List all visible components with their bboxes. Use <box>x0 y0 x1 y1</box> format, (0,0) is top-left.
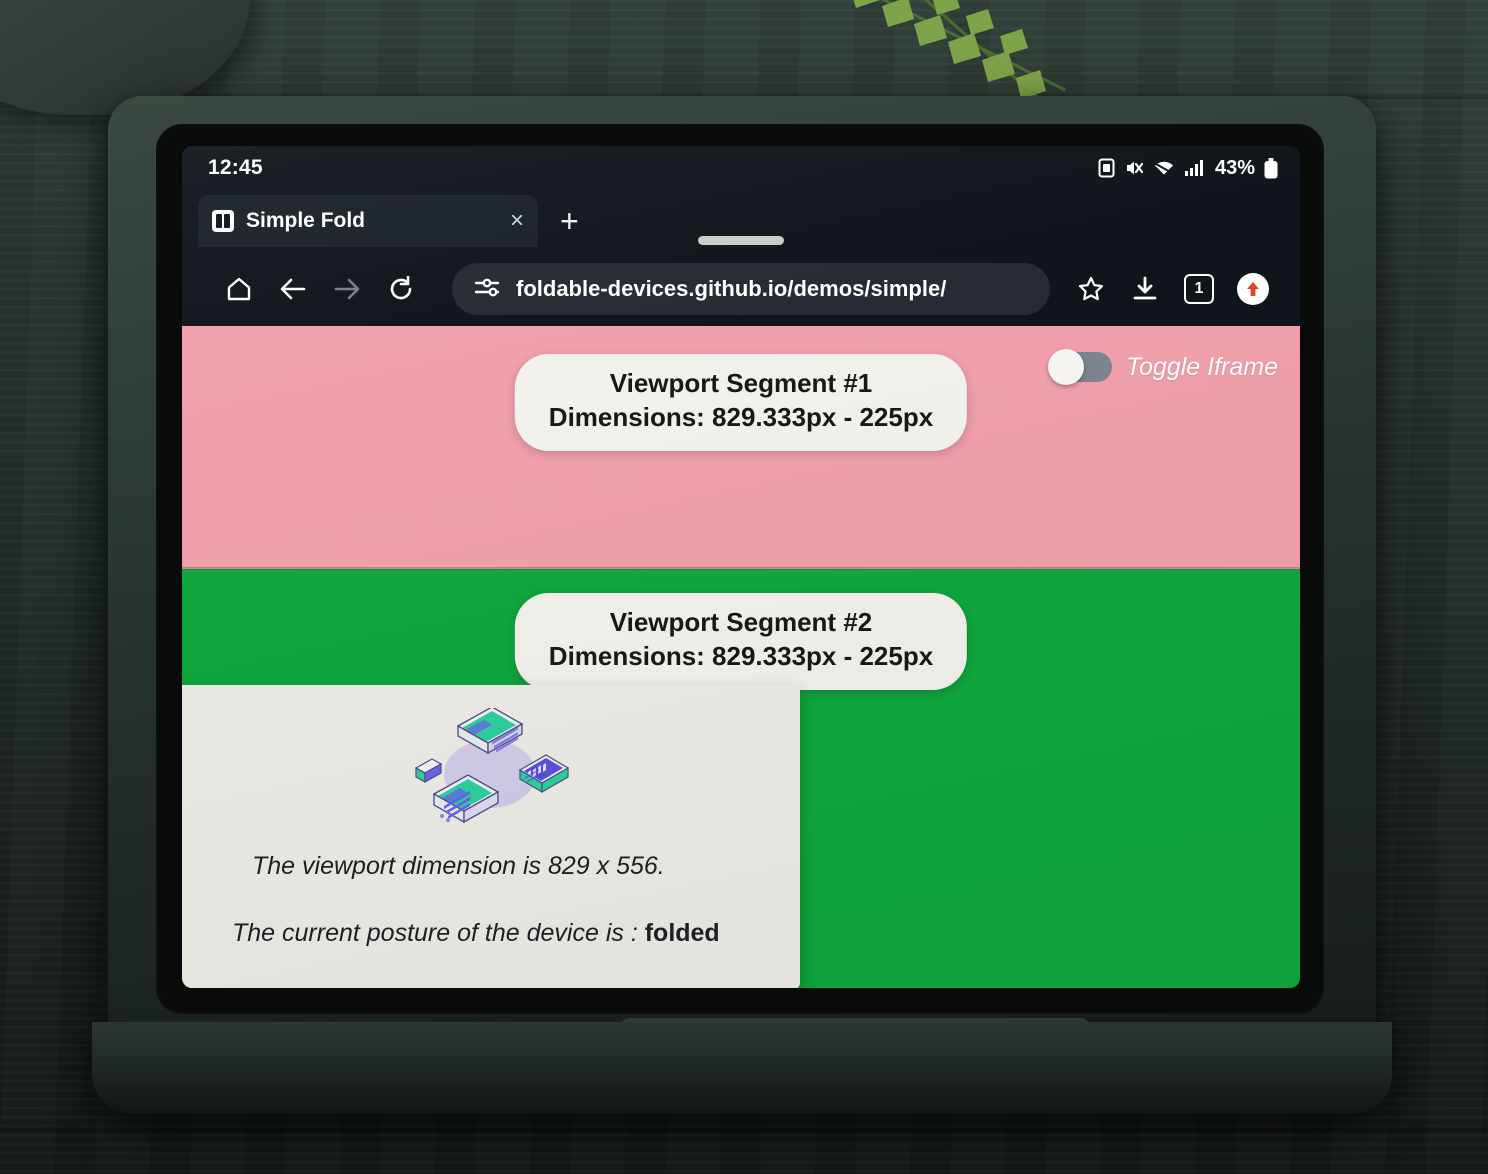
screenshot-icon <box>1098 158 1115 178</box>
tune-icon[interactable] <box>474 276 500 303</box>
signal-icon <box>1184 158 1204 178</box>
segment-1-label: Viewport Segment #1 Dimensions: 829.333p… <box>514 354 968 451</box>
battery-icon <box>1264 157 1278 179</box>
speaker-grille <box>698 236 784 245</box>
posture-text: The current posture of the device is : f… <box>204 917 770 950</box>
status-time: 12:45 <box>208 156 263 179</box>
device-screen: 12:45 43% Simple Fold × + foldable-devic… <box>182 146 1300 988</box>
case-bottom-edge <box>92 1022 1392 1114</box>
posture-label: The current posture of the device is : <box>232 918 645 947</box>
browser-toolbar: foldable-devices.github.io/demos/simple/… <box>182 252 1300 326</box>
photo-scene: 12:45 43% Simple Fold × + foldable-devic… <box>0 0 1488 1174</box>
browser-tab[interactable]: Simple Fold × <box>198 195 538 247</box>
wood-plank-seam <box>0 1128 1488 1131</box>
viewport-segment-2: Viewport Segment #2 Dimensions: 829.333p… <box>182 569 1300 988</box>
segment-2-dimensions: Dimensions: 829.333px - 225px <box>548 641 934 672</box>
close-icon[interactable]: × <box>510 209 524 233</box>
foldable-favicon-icon <box>212 210 234 232</box>
fern-leaf <box>790 0 1110 108</box>
segment-1-title: Viewport Segment #1 <box>609 368 873 398</box>
viewport-dimension-text: The viewport dimension is 829 x 556. <box>252 852 665 880</box>
posture-value: folded <box>644 918 720 947</box>
toggle-iframe-label: Toggle Iframe <box>1126 352 1278 381</box>
toggle-knob <box>1048 349 1085 385</box>
profile-icon[interactable] <box>1226 262 1280 316</box>
toggle-iframe-switch[interactable] <box>1048 349 1113 385</box>
back-arrow-icon[interactable] <box>266 262 320 316</box>
foldable-laptops-illustration <box>204 707 770 837</box>
tab-title: Simple Fold <box>246 209 366 232</box>
web-page-content: Viewport Segment #1 Dimensions: 829.333p… <box>182 326 1300 988</box>
forward-arrow-icon[interactable] <box>320 262 374 316</box>
download-icon[interactable] <box>1118 262 1172 316</box>
url-text: foldable-devices.github.io/demos/simple/ <box>516 276 947 301</box>
status-bar: 12:45 43% <box>182 146 1300 190</box>
tab-count-button[interactable]: 1 <box>1172 262 1226 316</box>
mute-icon <box>1124 158 1144 178</box>
card-text-block: The viewport dimension is 829 x 556. The… <box>204 850 770 971</box>
info-card: The viewport dimension is 829 x 556. The… <box>182 685 800 988</box>
segment-2-label: Viewport Segment #2 Dimensions: 829.333p… <box>514 593 968 690</box>
star-icon[interactable] <box>1064 262 1118 316</box>
segment-2-title: Viewport Segment #2 <box>609 607 873 637</box>
tab-count-label: 1 <box>1184 274 1214 304</box>
status-icons: 43% <box>1098 157 1278 180</box>
tab-strip: Simple Fold × + <box>182 190 1300 252</box>
reload-icon[interactable] <box>374 262 428 316</box>
battery-percent: 43% <box>1214 156 1255 179</box>
toggle-iframe-control[interactable]: Toggle Iframe <box>1048 349 1278 385</box>
viewport-segment-1: Viewport Segment #1 Dimensions: 829.333p… <box>182 326 1300 569</box>
wifi-icon <box>1153 158 1175 178</box>
new-tab-icon[interactable]: + <box>560 205 579 237</box>
profile-avatar <box>1237 273 1269 305</box>
home-icon[interactable] <box>212 262 266 316</box>
omnibox[interactable]: foldable-devices.github.io/demos/simple/ <box>452 263 1050 315</box>
segment-1-dimensions: Dimensions: 829.333px - 225px <box>548 402 934 433</box>
